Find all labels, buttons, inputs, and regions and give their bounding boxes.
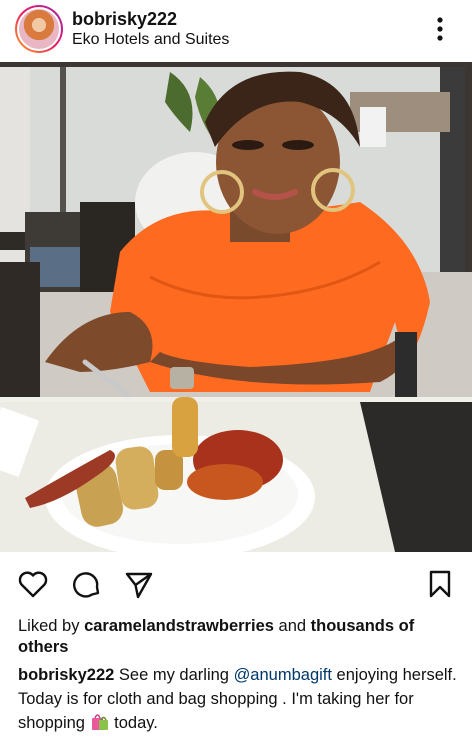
post-actions-bar — [0, 562, 472, 606]
more-vertical-icon[interactable] — [426, 14, 454, 44]
comment-icon[interactable] — [71, 568, 103, 600]
caption-text-end: today. — [114, 714, 158, 732]
heart-icon[interactable] — [17, 568, 49, 600]
post-caption: bobrisky222 See my darling @anumbagift e… — [18, 663, 458, 735]
post-username[interactable]: bobrisky222 — [72, 9, 177, 30]
caption-mention[interactable]: @anumbagift — [234, 666, 332, 684]
post-photo[interactable] — [0, 62, 472, 552]
post-header: bobrisky222 Eko Hotels and Suites — [0, 0, 472, 62]
avatar[interactable] — [15, 5, 63, 53]
likes-middle: and — [278, 617, 307, 635]
likes-prefix: Liked by — [18, 617, 80, 635]
send-icon[interactable] — [123, 568, 155, 600]
like-count[interactable]: Liked by caramelandstrawberries and thou… — [18, 616, 458, 658]
bookmark-icon[interactable] — [424, 568, 456, 600]
post-location[interactable]: Eko Hotels and Suites — [72, 31, 229, 49]
shopping-bags-icon — [90, 711, 110, 731]
caption-text-before: See my darling — [118, 666, 229, 684]
caption-username[interactable]: bobrisky222 — [18, 666, 114, 684]
liked-by-user[interactable]: caramelandstrawberries — [84, 617, 274, 635]
